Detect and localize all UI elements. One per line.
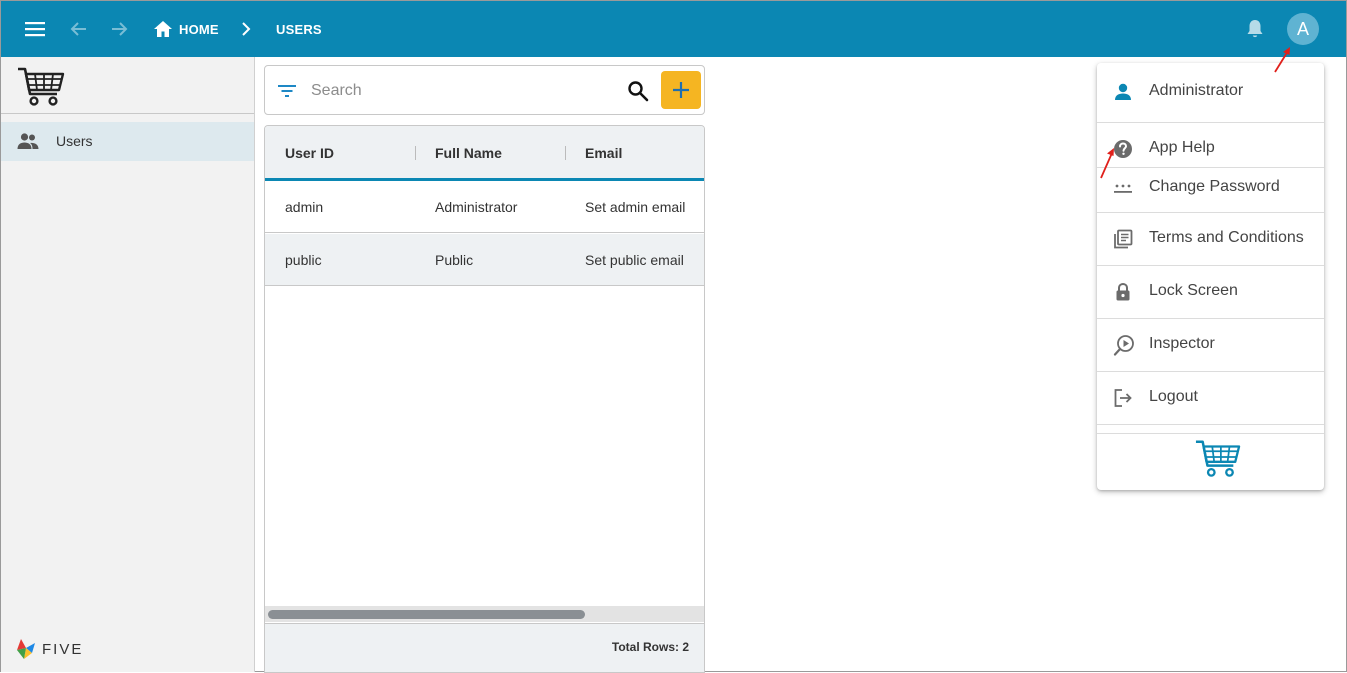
document-list-icon — [1114, 229, 1133, 249]
menu-item-change-password[interactable]: Change Password — [1097, 168, 1324, 212]
arrow-forward-icon[interactable] — [109, 19, 129, 39]
arrow-back-icon[interactable] — [69, 19, 89, 39]
five-brand-logo: FIVE — [17, 639, 83, 659]
menu-divider — [1097, 433, 1324, 434]
column-header-user-id[interactable]: User ID — [285, 145, 334, 161]
menu-item-label: Inspector — [1149, 335, 1215, 352]
shopping-cart-logo-icon — [18, 67, 65, 106]
menu-item-logout[interactable]: Logout — [1097, 372, 1324, 424]
menu-item-lock-screen[interactable]: Lock Screen — [1097, 266, 1324, 318]
logout-icon — [1114, 389, 1132, 407]
menu-item-terms-and-conditions[interactable]: Terms and Conditions — [1097, 213, 1324, 265]
column-header-full-name[interactable]: Full Name — [435, 145, 502, 161]
menu-item-label: Logout — [1149, 388, 1198, 405]
table-header: User ID Full Name Email — [265, 126, 704, 181]
filter-icon[interactable] — [277, 82, 297, 100]
sidebar-item-label: Users — [56, 133, 93, 149]
search-icon[interactable] — [627, 80, 649, 102]
chevron-right-icon — [242, 22, 251, 36]
cell-full-name: Administrator — [435, 199, 518, 215]
users-icon — [17, 133, 39, 149]
breadcrumb-current: USERS — [276, 22, 322, 37]
table-footer: Total Rows: 2 — [265, 623, 704, 672]
menu-item-label: App Help — [1149, 139, 1215, 156]
user-menu: Administrator App Help Change Password T… — [1097, 63, 1324, 490]
add-user-button[interactable] — [661, 71, 701, 109]
users-table: User ID Full Name Email admin Administra… — [264, 125, 705, 673]
table-row[interactable]: admin Administrator Set admin email — [265, 181, 704, 233]
column-header-email[interactable]: Email — [585, 145, 622, 161]
horizontal-scrollbar[interactable] — [265, 606, 704, 622]
person-icon — [1115, 83, 1131, 100]
menu-item-app-help[interactable]: App Help — [1097, 123, 1324, 167]
bell-icon[interactable] — [1244, 18, 1266, 40]
sidebar-item-users[interactable]: Users — [1, 122, 254, 161]
menu-item-label: Lock Screen — [1149, 282, 1238, 299]
annotation-arrow-icon — [1274, 47, 1290, 73]
sidebar-divider — [1, 113, 254, 114]
top-app-bar: HOME USERS A — [1, 1, 1346, 57]
scrollbar-thumb[interactable] — [268, 610, 585, 619]
home-icon[interactable] — [153, 19, 173, 39]
sidebar: Users FIVE — [1, 57, 255, 672]
menu-divider — [1097, 424, 1324, 425]
total-rows-label: Total Rows: 2 — [611, 640, 689, 654]
plus-icon — [673, 82, 689, 98]
lock-icon — [1116, 282, 1130, 301]
search-bar — [264, 65, 705, 115]
column-separator[interactable] — [415, 146, 416, 160]
menu-item-label: Change Password — [1149, 178, 1280, 195]
menu-item-label: Terms and Conditions — [1149, 229, 1304, 246]
shopping-cart-logo-icon — [1195, 440, 1241, 477]
column-separator[interactable] — [565, 146, 566, 160]
cell-user-id: admin — [285, 199, 324, 215]
hamburger-menu-icon[interactable] — [25, 19, 47, 39]
five-brand-text: FIVE — [42, 641, 83, 658]
search-input[interactable] — [309, 78, 609, 104]
inspector-icon — [1113, 335, 1134, 356]
cell-user-id: public — [285, 252, 322, 268]
password-icon — [1114, 184, 1132, 193]
cell-full-name: Public — [435, 252, 474, 268]
menu-item-inspector[interactable]: Inspector — [1097, 319, 1324, 371]
cell-email: Set public email — [585, 252, 684, 268]
menu-item-label: Administrator — [1149, 82, 1244, 99]
cell-email: Set admin email — [585, 199, 686, 215]
breadcrumb-home[interactable]: HOME — [179, 22, 219, 37]
table-row[interactable]: public Public Set public email — [265, 234, 704, 286]
annotation-arrow-icon — [1100, 148, 1114, 179]
